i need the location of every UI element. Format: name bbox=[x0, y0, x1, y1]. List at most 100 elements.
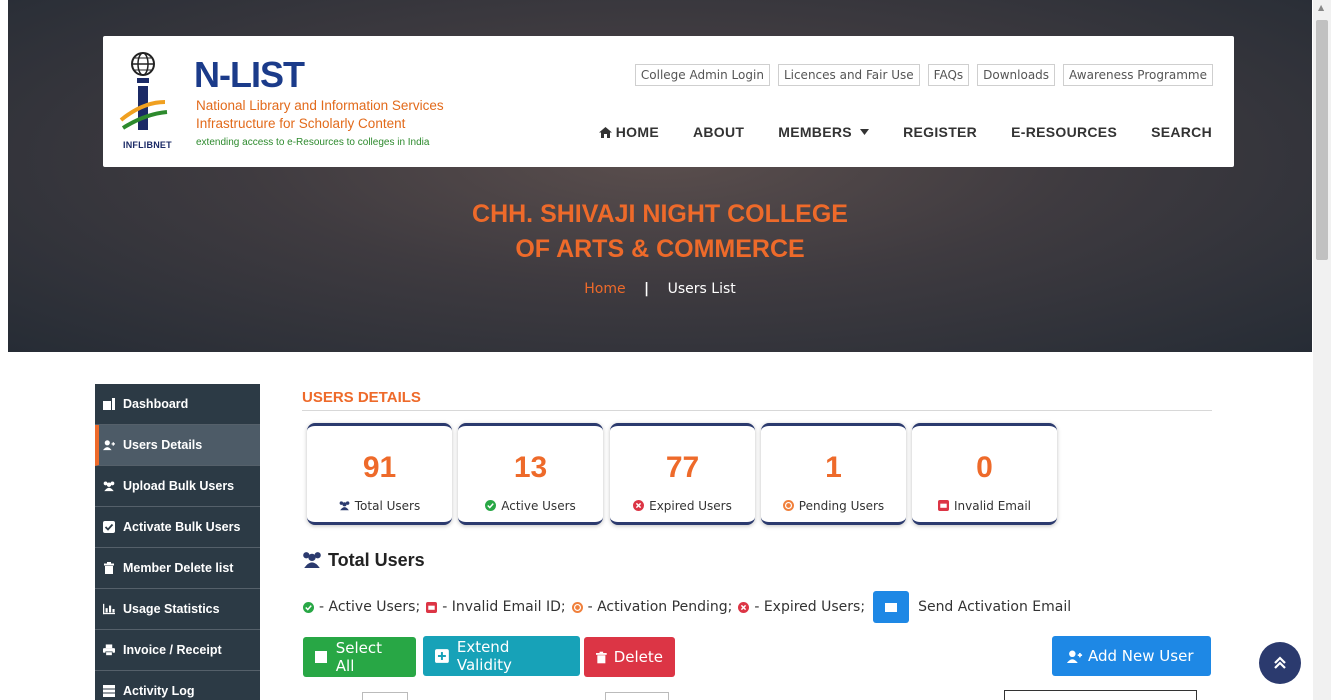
brand-tagline-2: Infrastructure for Scholarly Content bbox=[196, 116, 406, 131]
users-icon bbox=[303, 552, 321, 568]
nav-about[interactable]: ABOUT bbox=[693, 124, 744, 140]
add-new-user-button[interactable]: Add New User bbox=[1052, 636, 1211, 676]
legend-expired-text: - Expired Users; bbox=[754, 599, 866, 615]
top-links: College Admin Login Licences and Fair Us… bbox=[634, 64, 1213, 86]
breadcrumb-home[interactable]: Home bbox=[584, 281, 625, 297]
stat-label: Active Users bbox=[458, 499, 603, 513]
page-scrollbar[interactable]: ▲ bbox=[1313, 0, 1331, 700]
sidebar-item-label: Activate Bulk Users bbox=[123, 520, 241, 534]
delete-button[interactable]: Delete bbox=[584, 637, 675, 677]
link-awareness-programme[interactable]: Awareness Programme bbox=[1063, 64, 1213, 86]
search-input[interactable] bbox=[1004, 690, 1197, 700]
stat-value: 77 bbox=[665, 451, 700, 484]
square-icon bbox=[315, 651, 327, 663]
nav-members-label: MEMBERS bbox=[778, 124, 852, 140]
stat-label-text: Active Users bbox=[501, 499, 576, 513]
delete-label: Delete bbox=[613, 648, 663, 666]
sidebar-item-label: Member Delete list bbox=[123, 561, 234, 575]
sidebar-item-usage-statistics[interactable]: Usage Statistics bbox=[95, 589, 260, 630]
sidebar-item-activate-bulk-users[interactable]: Activate Bulk Users bbox=[95, 507, 260, 548]
times-circle-icon bbox=[738, 601, 750, 613]
sidebar-item-users-details[interactable]: Users Details bbox=[95, 425, 260, 466]
stat-label-text: Pending Users bbox=[798, 499, 885, 513]
extend-validity-label: Extend Validity bbox=[456, 638, 512, 674]
link-college-admin-login[interactable]: College Admin Login bbox=[634, 64, 770, 86]
link-licences[interactable]: Licences and Fair Use bbox=[777, 64, 920, 86]
header-card: INFLIBNET N-LIST National Library and In… bbox=[103, 36, 1234, 167]
sidebar-item-label: Usage Statistics bbox=[123, 602, 220, 616]
envelope-icon bbox=[885, 602, 898, 612]
sidebar-item-label: Dashboard bbox=[123, 397, 189, 411]
nav-e-resources[interactable]: E-RESOURCES bbox=[1011, 124, 1117, 140]
extend-validity-button[interactable]: Extend Validity bbox=[423, 636, 580, 676]
list-heading-text: Total Users bbox=[328, 550, 425, 570]
sidebar-item-member-delete-list[interactable]: Member Delete list bbox=[95, 548, 260, 589]
legend-invalid: - Invalid Email ID; bbox=[426, 599, 566, 615]
stat-card-active-users[interactable]: 13 Active Users bbox=[458, 423, 603, 525]
bar-chart-icon bbox=[103, 603, 115, 615]
globe-emblem-icon bbox=[119, 52, 168, 130]
sidebar-item-label: Activity Log bbox=[123, 684, 195, 698]
stat-value: 1 bbox=[825, 451, 842, 484]
emblem-text: INFLIBNET bbox=[123, 140, 172, 150]
sidebar-item-label: Upload Bulk Users bbox=[123, 479, 235, 493]
hero-banner: INFLIBNET N-LIST National Library and In… bbox=[8, 0, 1312, 352]
add-new-user-label: Add New User bbox=[1088, 647, 1194, 665]
stat-value: 0 bbox=[976, 451, 993, 484]
users-icon bbox=[339, 501, 350, 511]
send-activation-email-button[interactable] bbox=[873, 591, 910, 623]
home-icon bbox=[598, 127, 612, 138]
entries-select[interactable] bbox=[362, 692, 408, 700]
sidebar-item-dashboard[interactable]: Dashboard bbox=[95, 384, 260, 425]
stat-card-total-users[interactable]: 91 Total Users bbox=[307, 423, 452, 525]
check-circle-icon bbox=[303, 601, 314, 613]
link-downloads[interactable]: Downloads bbox=[977, 64, 1056, 86]
breadcrumb: Home | Users List bbox=[8, 281, 1312, 297]
status-legend: - Active Users; - Invalid Email ID; - Ac… bbox=[303, 591, 1071, 623]
nav-register[interactable]: REGISTER bbox=[903, 124, 977, 140]
stat-label-text: Invalid Email bbox=[954, 499, 1031, 513]
stat-card-expired-users[interactable]: 77 Expired Users bbox=[610, 423, 755, 525]
select-all-label: Select All bbox=[335, 639, 383, 675]
sidebar-item-activity-log[interactable]: Activity Log bbox=[95, 671, 260, 700]
scroll-thumb[interactable] bbox=[1316, 20, 1328, 260]
stat-card-invalid-email[interactable]: 0 Invalid Email bbox=[912, 423, 1057, 525]
stat-label: Invalid Email bbox=[912, 499, 1057, 513]
inflibnet-logo[interactable]: INFLIBNET bbox=[117, 50, 187, 154]
legend-active-text: - Active Users; bbox=[319, 599, 421, 615]
brand-title[interactable]: N-LIST bbox=[194, 54, 305, 96]
envelope-x-icon bbox=[938, 500, 949, 511]
sidebar-item-invoice-receipt[interactable]: Invoice / Receipt bbox=[95, 630, 260, 671]
list-icon bbox=[103, 685, 115, 697]
sidebar-item-upload-bulk-users[interactable]: Upload Bulk Users bbox=[95, 466, 260, 507]
stat-label: Total Users bbox=[307, 499, 452, 513]
nav-members[interactable]: MEMBERS bbox=[778, 124, 870, 140]
sidebar-item-label: Invoice / Receipt bbox=[123, 643, 222, 657]
stat-label-text: Expired Users bbox=[649, 499, 732, 513]
stat-value: 13 bbox=[513, 451, 548, 484]
sidebar-item-label: Users Details bbox=[123, 438, 203, 452]
check-circle-icon bbox=[485, 500, 497, 511]
nav-home[interactable]: HOME bbox=[598, 124, 659, 140]
user-plus-icon bbox=[103, 440, 115, 451]
dashboard-icon bbox=[103, 398, 115, 410]
legend-pending: - Activation Pending; bbox=[571, 599, 733, 615]
trash-icon bbox=[596, 651, 607, 663]
legend-send-text: Send Activation Email bbox=[918, 599, 1072, 615]
filter-select[interactable] bbox=[605, 692, 669, 700]
legend-expired: - Expired Users; bbox=[738, 599, 865, 615]
print-icon bbox=[103, 644, 115, 656]
users-icon bbox=[103, 481, 115, 492]
scroll-to-top-button[interactable] bbox=[1259, 642, 1301, 684]
nav-search[interactable]: SEARCH bbox=[1151, 124, 1212, 140]
link-faqs[interactable]: FAQs bbox=[927, 64, 970, 86]
college-name-line2: OF ARTS & COMMERCE bbox=[515, 235, 805, 263]
user-plus-icon bbox=[1066, 650, 1083, 663]
stat-card-pending-users[interactable]: 1 Pending Users bbox=[761, 423, 906, 525]
legend-pending-text: - Activation Pending; bbox=[587, 599, 733, 615]
sidebar: Dashboard Users Details Upload Bulk User… bbox=[95, 384, 260, 700]
select-all-button[interactable]: Select All bbox=[303, 637, 416, 677]
pending-icon bbox=[571, 601, 583, 613]
scroll-up-arrow-icon[interactable]: ▲ bbox=[1318, 3, 1324, 12]
brand-tagline-3: extending access to e-Resources to colle… bbox=[196, 137, 430, 148]
